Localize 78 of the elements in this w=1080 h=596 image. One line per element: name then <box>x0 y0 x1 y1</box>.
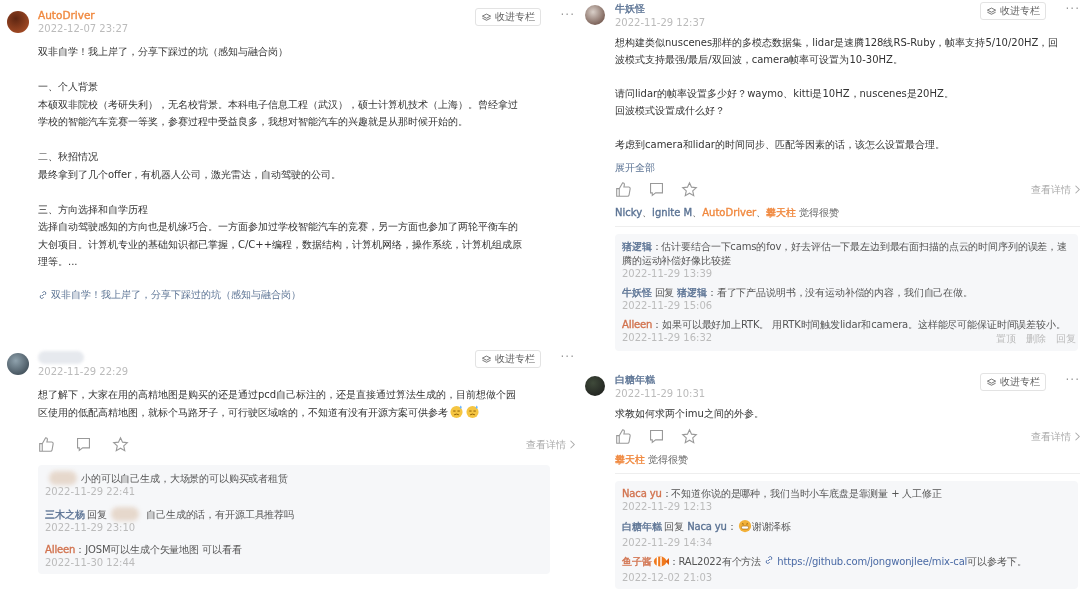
post-text: 想了解下，大家在用的高精地图是购买的还是通过pcd自己标注的，还是直接通过算法生成的，目前想做个园区使用的低配高精地图，就标个马路牙子，可行驶区域啥的，不知道有没有开源方案可供参考 <box>38 386 526 424</box>
post-text: 请问lidar的帧率设置多少好？waymo、kitti是10HZ，nuscenes是20HZ。 <box>615 87 955 101</box>
comment-text: 猪逻辑：估计要结合一下cams的fov，好去评估一下最左边到最右面扫描的点云的时间序列的误差，速腾的运动补偿好像比较搓 <box>622 240 1068 268</box>
redacted-name <box>38 351 84 364</box>
post-text: 一、个人背景 <box>38 80 99 94</box>
chevron-icon <box>1074 185 1080 194</box>
comment-time: 2022-11-29 23:10 <box>45 522 136 534</box>
layers-icon <box>985 376 997 388</box>
comment-button[interactable] <box>648 181 665 198</box>
link-icon <box>764 555 775 565</box>
comment-time: 2022-11-29 13:39 <box>622 268 713 280</box>
chevron-icon <box>1074 432 1080 441</box>
comment-time: 2022-11-29 14:34 <box>622 537 713 549</box>
collect-button[interactable]: 收进专栏 <box>474 8 541 26</box>
post-time: 2022-11-29 12:37 <box>615 16 706 29</box>
comment-text: 白糖年糕 回复 Naca yu： 谢谢泽栎 <box>622 519 1076 537</box>
collect-button[interactable]: 收进专栏 <box>979 2 1046 20</box>
post-text: 选择自动驾驶感知的方向也是机缘巧合。一方面参加过学校智能汽车的竞赛，另一方面也参加了两轮平衡车的大创项目。计算机专业的基础知识都已掌握，C/C++编程，数据结构，计算机网络，操作系统，计算机组成原理等。... <box>38 220 524 269</box>
comment-text: Naca yu：不知道你说的是哪种，我们当时小车底盘是靠测量 + 人工修正 <box>622 487 943 501</box>
author-name[interactable]: AutoDriver <box>38 8 95 22</box>
avatar[interactable] <box>7 11 29 33</box>
comment-text: 牛妖怪 回复 猪逻辑：看了下产品说明书，没有运动补偿的内容，我们自己在做。 <box>622 286 974 300</box>
article-link[interactable]: 双非自学！我上岸了，分享下踩过的坑（感知与融合岗） <box>38 288 301 302</box>
like-button[interactable] <box>615 428 632 445</box>
expand-link[interactable]: 展开全部 <box>615 161 655 175</box>
comment-text: AIleen：JOSM可以生成个矢量地图 可以看看 <box>45 543 243 557</box>
like-button[interactable] <box>38 436 55 453</box>
layers-icon <box>480 353 492 365</box>
collect-button[interactable]: 收进专栏 <box>979 373 1046 391</box>
post-time: 2022-11-29 10:31 <box>615 387 706 400</box>
link-icon <box>38 290 48 300</box>
chevron-icon <box>569 440 575 449</box>
detail-link[interactable]: 查看详情 <box>1031 429 1080 444</box>
redacted-name <box>49 471 77 485</box>
url-link[interactable]: https://github.com/jongwonjlee/mix-cal <box>764 556 968 567</box>
post-text: 考虑到camera和lidar的时间同步、匹配等因素的话，该怎么设置最合理。 <box>615 138 946 152</box>
more-button[interactable]: ··· <box>560 8 575 22</box>
like-button[interactable] <box>615 181 632 198</box>
favorite-button[interactable] <box>681 181 698 198</box>
post-text: 二、秋招情况 <box>38 150 99 164</box>
post-text: 三、方向选择和自学历程 <box>38 202 149 217</box>
comment-time: 2022-11-29 16:32 <box>622 332 713 345</box>
post-text: 本硕双非院校（考研失利），无名校背景。本科电子信息工程（武汉），硕士计算机技术（上海）。曾经拿过学校的智能汽车竞赛一等奖，参赛过程中受益良多，我想对智能汽车的兴趣就是从那时候开始的。 <box>38 97 519 129</box>
more-button[interactable]: ··· <box>1065 2 1080 16</box>
comment-time: 2022-12-02 21:03 <box>622 572 713 584</box>
comment-time: 2022-11-29 12:13 <box>622 501 713 513</box>
post-text: 想构建类似nuscenes那样的多模态数据集，lidar是速腾128线RS-Ruby，帧率支持5/10/20HZ，回波模式支持最强/最后/双回波，camera帧率可设置为10-30HZ。 <box>615 36 1060 67</box>
comment-text: 鱼子酱 ：RAL2022有个方法 https://github.com/jongwonjlee/mix-cal可以参考下。 <box>622 555 1076 572</box>
detail-link[interactable]: 查看详情 <box>526 437 575 452</box>
author-name[interactable]: 白糖年糕 <box>615 373 655 387</box>
author-name[interactable]: 牛妖怪 <box>615 2 645 16</box>
post-text: 双非自学！我上岸了，分享下踩过的坑（感知与融合岗） <box>38 45 289 59</box>
post-text: 回波模式设置成什么好？ <box>615 104 726 118</box>
post-text: 求教如何求两个imu之间的外参。 <box>615 407 765 421</box>
comment-text: 小的可以自己生成，大场景的可以购买或者租赁 <box>45 471 548 486</box>
comment-text: AIleen：如果可以最好加上RTK。 用RTK时间触发lidar和camera。这样能尽可能保证时间误差较小。 <box>622 318 1067 332</box>
likes-line: 攀天柱 觉得很赞 <box>615 453 690 467</box>
post-time: 2022-11-29 22:29 <box>38 365 129 378</box>
favorite-button[interactable] <box>112 436 129 453</box>
comment-text: 三木之杨 回复 自己生成的话，有开源工具推荐吗 <box>45 507 295 522</box>
more-button[interactable]: ··· <box>1065 373 1080 387</box>
layers-icon <box>480 11 492 23</box>
favorite-button[interactable] <box>681 428 698 445</box>
post-text: 最终拿到了几个offer，有机器人公司，激光雷达，自动驾驶的公司。 <box>38 167 343 182</box>
comment-time: 2022-11-29 22:41 <box>45 486 136 498</box>
more-button[interactable]: ··· <box>560 350 575 364</box>
detail-link[interactable]: 查看详情 <box>1031 182 1080 197</box>
collect-button[interactable]: 收进专栏 <box>474 350 541 368</box>
comment-time: 2022-11-29 15:06 <box>622 300 713 312</box>
comment-button[interactable] <box>648 428 665 445</box>
comment-button[interactable] <box>75 436 92 453</box>
redacted-name <box>111 507 140 521</box>
post-time: 2022-12-07 23:27 <box>38 22 129 35</box>
comment-time: 2022-11-30 12:44 <box>45 557 136 569</box>
avatar[interactable] <box>585 376 605 396</box>
layers-icon <box>985 5 997 17</box>
likes-line: Nicky、ignite M、AutoDriver、攀天柱 觉得很赞 <box>615 206 841 220</box>
avatar[interactable] <box>7 353 29 375</box>
